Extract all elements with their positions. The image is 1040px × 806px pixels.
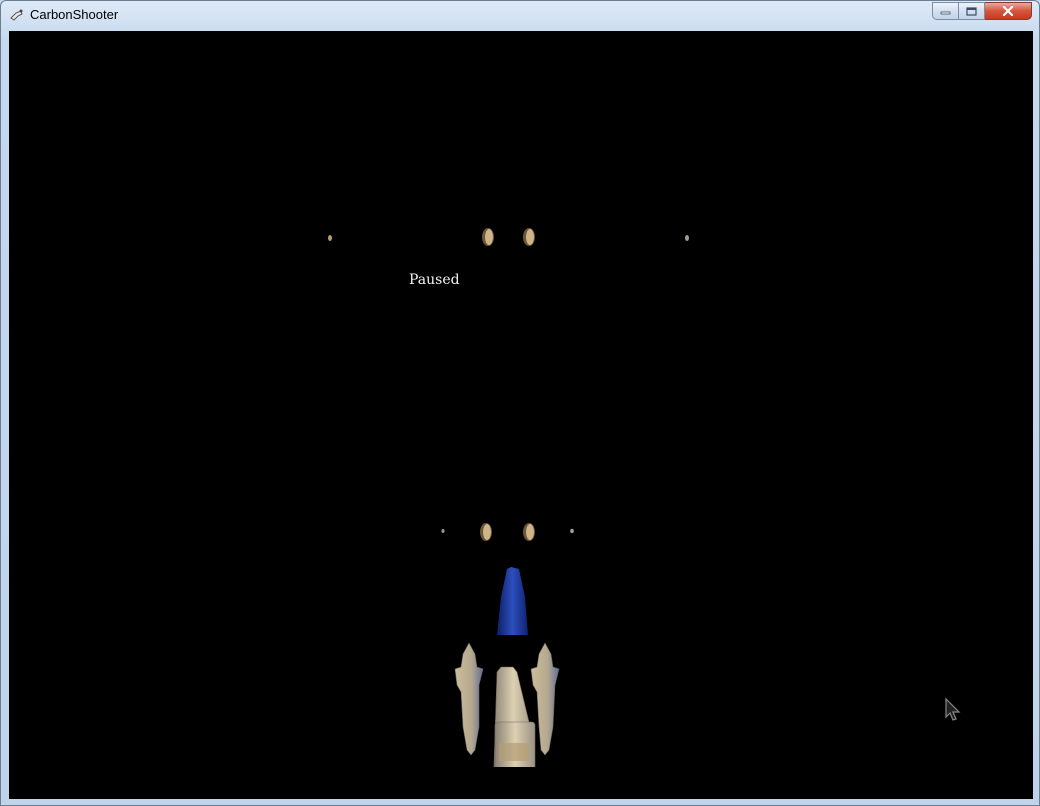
title-bar[interactable]: CarbonShooter — [1, 1, 1039, 29]
enemy-ship-small-right — [685, 235, 689, 241]
window-controls — [932, 2, 1032, 21]
app-window: CarbonShooter Paused — [0, 0, 1040, 806]
enemy-ship-large — [480, 523, 492, 541]
enemy-ship-small-left — [441, 529, 445, 533]
enemy-ship-large — [482, 228, 494, 246]
window-title: CarbonShooter — [30, 7, 119, 22]
game-canvas[interactable]: Paused — [9, 31, 1033, 799]
enemy-ship-large — [523, 228, 535, 246]
minimize-button[interactable] — [932, 2, 959, 20]
player-ship — [454, 567, 560, 767]
maximize-button[interactable] — [959, 2, 985, 20]
close-icon — [1002, 6, 1014, 16]
enemy-ship-large — [523, 523, 535, 541]
enemy-ship-small-left — [328, 235, 332, 241]
app-icon — [9, 7, 25, 23]
enemy-ship-small-right — [570, 528, 574, 534]
maximize-icon — [966, 6, 977, 16]
paused-status-text: Paused — [409, 272, 460, 288]
minimize-icon — [940, 11, 951, 15]
mouse-cursor-icon — [945, 697, 961, 721]
close-button[interactable] — [985, 2, 1032, 20]
